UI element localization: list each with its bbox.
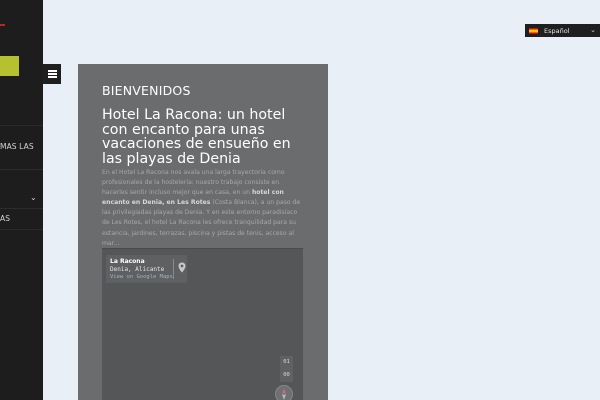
zoom-out-button[interactable]: 00: [280, 369, 293, 382]
location-map[interactable]: La Racona Denia, Alicante View on Google…: [102, 248, 303, 400]
sidebar-active-item[interactable]: [0, 56, 19, 76]
chevron-down-icon[interactable]: ⌄: [30, 193, 37, 202]
map-pin-icon[interactable]: [178, 262, 186, 273]
sidebar-divider: [0, 169, 43, 170]
menu-toggle-button[interactable]: [43, 64, 61, 84]
map-info-card: La Racona Denia, Alicante View on Google…: [106, 255, 187, 283]
logo-accent: [0, 24, 5, 26]
sidebar-divider: [0, 229, 43, 230]
intro-paragraph: En el Hotel La Racona nos avala una larg…: [102, 168, 304, 249]
section-kicker: BIENVENIDOS: [102, 83, 191, 98]
intro-text: (Costa Blanca), a un paso de las privile…: [102, 199, 301, 247]
language-selector[interactable]: Español ⌄: [525, 24, 600, 37]
compass-icon[interactable]: [275, 385, 293, 400]
sidebar-item-label[interactable]: AS: [0, 214, 10, 223]
sidebar: MAS LAS ⌄ AS: [0, 0, 43, 400]
spain-flag-icon: [529, 27, 538, 34]
hamburger-icon: [47, 70, 57, 78]
card-divider: [173, 259, 174, 279]
sidebar-divider: [0, 125, 43, 126]
sidebar-item-label[interactable]: MAS LAS: [0, 142, 34, 151]
language-label: Español: [544, 26, 570, 35]
map-zoom-control[interactable]: 01 00: [280, 356, 293, 382]
zoom-in-button[interactable]: 01: [280, 356, 293, 369]
caret-down-icon: ⌄: [590, 26, 596, 34]
welcome-panel: BIENVENIDOS Hotel La Racona: un hotel co…: [78, 64, 328, 400]
sidebar-divider: [0, 208, 43, 209]
page-title: Hotel La Racona: un hotel con encanto pa…: [102, 107, 291, 167]
